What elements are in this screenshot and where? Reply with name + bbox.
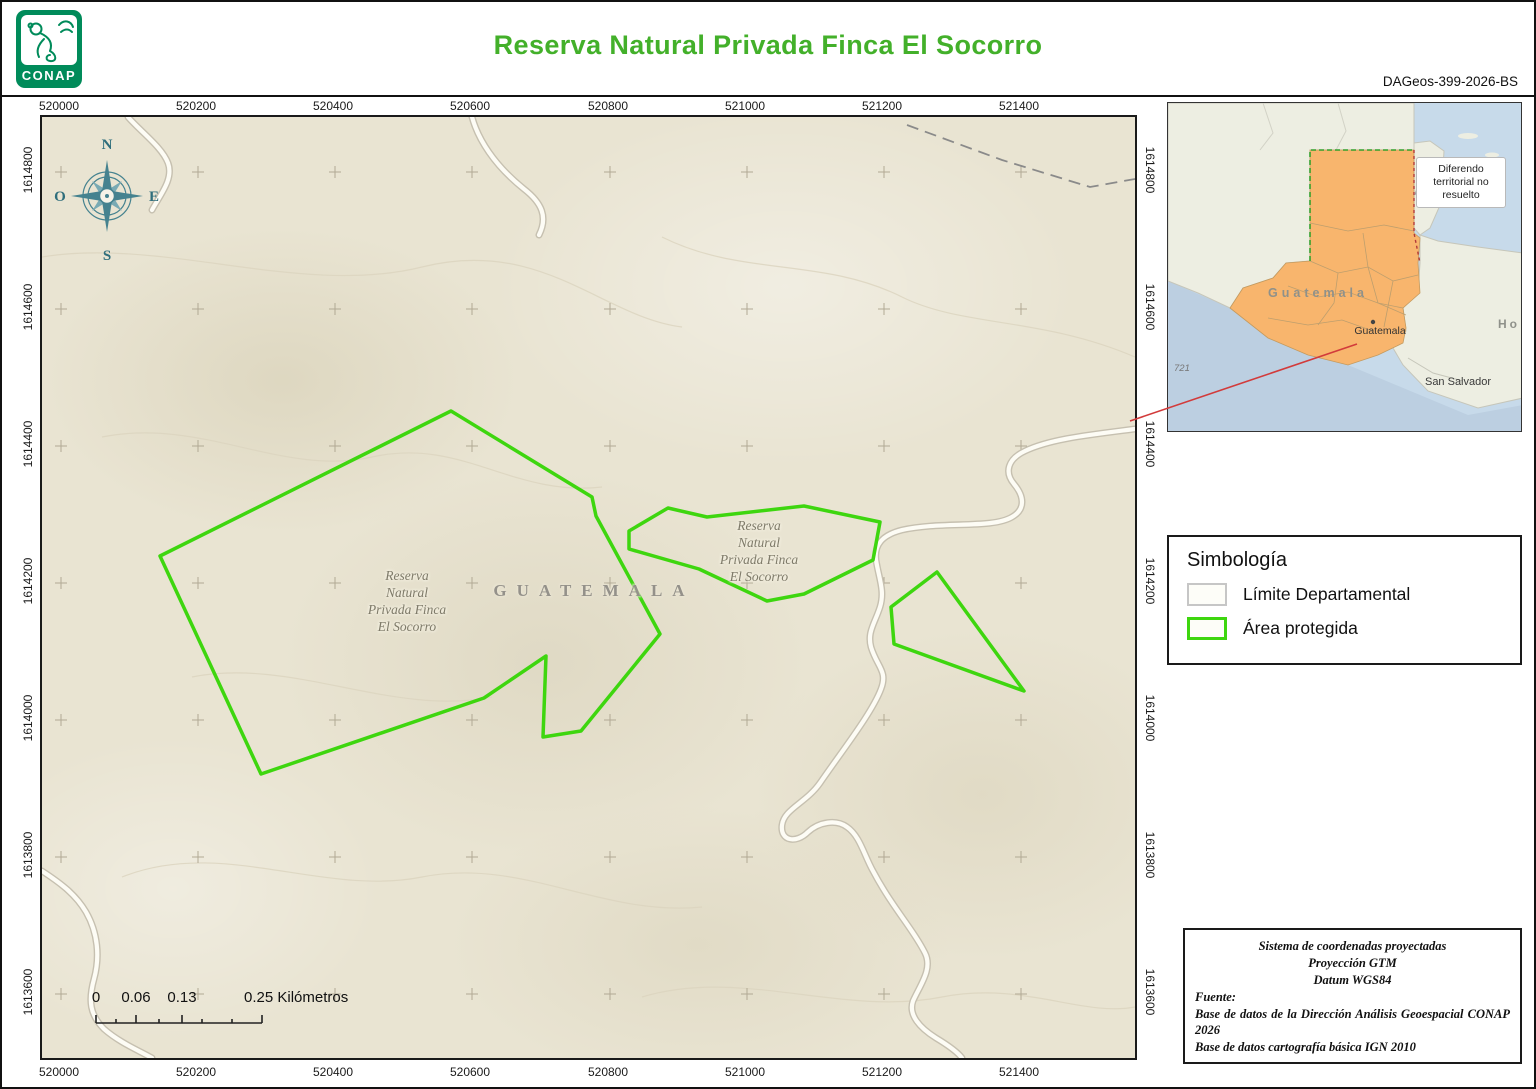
y-tick-right: 1614400 — [1143, 421, 1157, 468]
x-tick-bottom: 520200 — [176, 1065, 216, 1079]
x-tick-bottom: 520000 — [39, 1065, 79, 1079]
y-tick-left: 1614200 — [21, 558, 35, 605]
map-sheet: CONAP Reserva Natural Privada Finca El S… — [0, 0, 1536, 1089]
x-tick-bottom: 520400 — [313, 1065, 353, 1079]
x-tick-top: 521400 — [999, 99, 1039, 113]
inset-capital-city-dot — [1371, 320, 1375, 324]
territorial-note: Diferendo territorial no resuelto — [1416, 157, 1506, 208]
scale-tick-label: 0.13 — [167, 989, 196, 1006]
scale-end-label: 0.25 Kilómetros — [244, 989, 348, 1006]
y-tick-left: 1613600 — [21, 969, 35, 1016]
document-id: DAGeos-399-2026-BS — [1383, 74, 1518, 89]
y-tick-right: 1613600 — [1143, 969, 1157, 1016]
inset-country-label: Guatemala — [1268, 286, 1368, 300]
x-tick-top: 520200 — [176, 99, 216, 113]
compass-west-label: O — [54, 189, 66, 205]
scale-tick-label: 0 — [92, 989, 100, 1006]
compass-north-label: N — [102, 137, 113, 153]
x-tick-top: 521200 — [862, 99, 902, 113]
legend-title: Simbología — [1187, 549, 1502, 572]
x-tick-top: 520400 — [313, 99, 353, 113]
credits-box: Sistema de coordenadas proyectadas Proye… — [1183, 928, 1522, 1064]
x-tick-bottom: 521200 — [862, 1065, 902, 1079]
protected-area-east-polygon — [891, 572, 1024, 691]
y-tick-left: 1613800 — [21, 832, 35, 879]
datum-line: Datum WGS84 — [1195, 972, 1510, 989]
terrain-contours — [42, 237, 1135, 1009]
inset-honduras-label: Ho — [1498, 317, 1520, 331]
x-tick-top: 520000 — [39, 99, 79, 113]
x-tick-top: 520600 — [450, 99, 490, 113]
protected-area-swatch-icon — [1187, 617, 1227, 640]
x-tick-bottom: 521000 — [725, 1065, 765, 1079]
source-label: Fuente: — [1195, 989, 1510, 1006]
main-map: N E S O ReservaNaturalPrivada FincaEl So… — [40, 115, 1137, 1060]
y-tick-left: 1614800 — [21, 147, 35, 194]
source-line-1: Base de datos de la Dirección Análisis G… — [1195, 1006, 1510, 1040]
x-tick-bottom: 520800 — [588, 1065, 628, 1079]
compass-rose: N E S O — [52, 129, 162, 264]
scale-bar-ruler — [42, 1011, 302, 1027]
inset-map: Diferendo territorial no resuelto Guatem… — [1167, 102, 1522, 432]
projection-line: Proyección GTM — [1195, 955, 1510, 972]
crs-line: Sistema de coordenadas proyectadas — [1195, 938, 1510, 955]
x-tick-top: 521000 — [725, 99, 765, 113]
x-tick-top: 520800 — [588, 99, 628, 113]
scale-tick-label: 0.06 — [121, 989, 150, 1006]
legend-item-department: Límite Departamental — [1187, 583, 1502, 606]
department-name-label: GUATEMALA — [493, 581, 694, 601]
y-tick-left: 1614000 — [21, 695, 35, 742]
compass-south-label: S — [103, 248, 111, 264]
legend: Simbología Límite Departamental Área pro… — [1167, 535, 1522, 665]
scale-bar: 0 0.06 0.13 0.25 Kilómetros — [42, 989, 472, 1039]
x-tick-bottom: 520600 — [450, 1065, 490, 1079]
protected-area-label-west: ReservaNaturalPrivada FincaEl Socorro — [368, 567, 446, 635]
y-tick-right: 1614800 — [1143, 147, 1157, 194]
y-tick-right: 1614200 — [1143, 558, 1157, 605]
department-limit-swatch-icon — [1187, 583, 1227, 606]
inset-capital-label: Guatemala — [1354, 325, 1405, 337]
y-tick-left: 1614400 — [21, 421, 35, 468]
legend-item-label: Límite Departamental — [1243, 584, 1410, 605]
compass-east-label: E — [149, 189, 159, 205]
x-tick-bottom: 521400 — [999, 1065, 1039, 1079]
page-title: Reserva Natural Privada Finca El Socorro — [2, 30, 1534, 61]
protected-area-label-central: ReservaNaturalPrivada FincaEl Socorro — [720, 517, 798, 585]
y-tick-right: 1614000 — [1143, 695, 1157, 742]
header: CONAP Reserva Natural Privada Finca El S… — [2, 2, 1534, 97]
conap-logo-label: CONAP — [16, 68, 82, 83]
inset-road-number: 721 — [1174, 363, 1190, 374]
legend-item-protected: Área protegida — [1187, 617, 1502, 640]
legend-item-label: Área protegida — [1243, 618, 1358, 639]
y-tick-left: 1614600 — [21, 284, 35, 331]
y-tick-right: 1613800 — [1143, 832, 1157, 879]
source-line-2: Base de datos cartografía básica IGN 201… — [1195, 1039, 1510, 1056]
y-tick-right: 1614600 — [1143, 284, 1157, 331]
inset-san-salvador-label: San Salvador — [1425, 376, 1491, 388]
